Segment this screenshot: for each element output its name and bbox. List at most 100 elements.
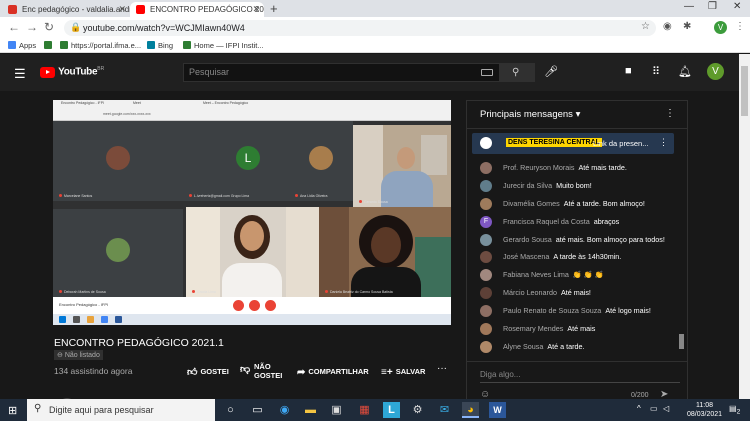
browser-tab-email[interactable]: Enc pedagógico - valdalia.andra ✕ bbox=[2, 2, 130, 17]
url-text[interactable]: youtube.com/watch?v=WCJMIawn40W4 bbox=[83, 23, 245, 33]
message-author: Prof. Reuryson Morais bbox=[503, 163, 575, 172]
chat-message[interactable]: José Mascena A tarde às 14h30min. bbox=[467, 248, 677, 266]
author-avatar bbox=[480, 269, 492, 282]
network-icon[interactable]: ▭ bbox=[650, 404, 658, 413]
bookmark-portal-ifma[interactable]: https://portal.ifma.e... bbox=[60, 41, 141, 50]
playlist-add-icon: ≡+ bbox=[381, 367, 393, 378]
chat-message[interactable]: Gerardo Sousa até mais. Bom almoço para t… bbox=[467, 231, 677, 249]
bookmark-ifpi[interactable]: Home — IFPI Instit... bbox=[183, 41, 264, 50]
char-counter: 0/200 bbox=[631, 392, 649, 399]
search-input[interactable]: Pesquisar bbox=[183, 63, 500, 82]
page-scrollbar[interactable] bbox=[739, 54, 750, 404]
extensions-puzzle-icon[interactable]: ✱ bbox=[683, 21, 691, 32]
new-tab-button[interactable]: + bbox=[270, 1, 278, 16]
dislike-button[interactable]: 👎︎ NÃO GOSTEI bbox=[240, 362, 282, 380]
bookmark-apps[interactable]: Apps bbox=[8, 41, 36, 50]
mic-off-icon bbox=[233, 300, 244, 311]
chat-scrollbar[interactable] bbox=[678, 129, 685, 351]
message-text: Até logo mais! bbox=[605, 306, 651, 316]
message-text: abraços bbox=[593, 216, 620, 226]
maximize-icon[interactable]: ❐ bbox=[708, 1, 717, 12]
back-icon[interactable]: ← bbox=[8, 20, 20, 34]
chat-input[interactable]: Diga algo... bbox=[480, 370, 520, 379]
windows-search-box[interactable]: ⚲ Digite aqui para pesquisar bbox=[27, 399, 215, 421]
save-button[interactable]: ≡+ SALVAR bbox=[381, 367, 425, 378]
chat-message[interactable]: Rosemary Mendes Até mais bbox=[467, 320, 677, 338]
bookmark-folder[interactable] bbox=[44, 41, 55, 50]
browser-tab-youtube[interactable]: ENCONTRO PEDAGÓGICO 2021 ✕ bbox=[130, 2, 264, 17]
create-video-icon[interactable]: ■ bbox=[625, 65, 632, 77]
address-toolbar: ← → ↻ 🔒 youtube.com/watch?v=WCJMIawn40W4… bbox=[0, 17, 750, 39]
profile-avatar[interactable]: V bbox=[714, 21, 727, 34]
thumbs-up-icon: 👍︎ bbox=[187, 367, 198, 378]
cortana-icon[interactable]: ○ bbox=[222, 402, 239, 418]
chat-message[interactable]: Jurecir da Silva Muito bom! bbox=[467, 177, 677, 195]
lock-icon[interactable]: 🔒 bbox=[70, 22, 81, 33]
keyboard-icon[interactable] bbox=[481, 69, 493, 76]
pinned-menu-icon[interactable]: ⋮ bbox=[659, 137, 668, 148]
chat-message[interactable]: Paulo Renato de Souza Souza Até logo mais… bbox=[467, 302, 677, 320]
message-author: Jurecir da Silva bbox=[503, 180, 553, 190]
search-button[interactable]: ⚲ bbox=[500, 63, 535, 82]
windows-start-icon[interactable]: ⊞ bbox=[8, 404, 17, 417]
omnibox[interactable]: 🔒 youtube.com/watch?v=WCJMIawn40W4 ☆ bbox=[64, 20, 656, 36]
chat-message[interactable]: Alyne Sousa Até a tarde. bbox=[467, 338, 677, 356]
word-icon[interactable]: W bbox=[489, 402, 506, 418]
search-icon: ⚲ bbox=[34, 403, 42, 414]
file-explorer-icon[interactable]: ▬ bbox=[302, 402, 319, 418]
chat-message[interactable]: F Francisca Raquel da Costa abraços bbox=[467, 213, 677, 231]
live-chat-panel: Principais mensagens ▾ ⋮ DENS TERESINA C… bbox=[466, 100, 688, 410]
notifications-icon[interactable]: ▤2 bbox=[729, 404, 740, 416]
message-text: Até a tarde. bbox=[547, 341, 585, 351]
more-actions-icon[interactable]: ··· bbox=[437, 363, 447, 374]
app-red-icon[interactable]: ▦ bbox=[356, 402, 373, 418]
task-view-icon[interactable]: ▭ bbox=[249, 402, 266, 418]
video-player[interactable]: Encontro Pedagógico - IFPI Meet Meet – E… bbox=[53, 100, 451, 325]
tray-chevron-icon[interactable]: ^ bbox=[637, 404, 641, 413]
chat-mode-dropdown[interactable]: Principais mensagens ▾ bbox=[480, 109, 580, 120]
chat-message[interactable]: Márcio Leonardo Até mais! bbox=[467, 284, 677, 302]
youtube-logo[interactable]: YouTubeBR bbox=[40, 66, 104, 78]
system-clock[interactable]: 11:08 08/03/2021 bbox=[687, 401, 722, 419]
chat-message[interactable]: Prof. Reuryson Morais Até mais tarde. bbox=[467, 159, 677, 177]
microphone-icon[interactable]: 🎤︎ bbox=[544, 65, 558, 78]
message-text: Até a tarde. Bom almoço! bbox=[563, 198, 645, 208]
window-close-icon[interactable]: ✕ bbox=[733, 1, 741, 12]
participant-video-woman-2: Daniela Beatriz do Carmo Sousa Batista bbox=[319, 207, 451, 297]
message-author: Paulo Renato de Souza Souza bbox=[503, 306, 602, 316]
participant-avatar bbox=[309, 146, 333, 170]
like-button[interactable]: 👍︎ GOSTEI bbox=[187, 367, 229, 378]
chat-message[interactable]: Fabiana Neves Lima 👏 👏 👏 bbox=[467, 266, 677, 284]
reload-icon[interactable]: ↻ bbox=[44, 20, 54, 34]
notifications-bell-icon[interactable]: 🔔︎ bbox=[678, 65, 692, 78]
chat-menu-icon[interactable]: ⋮ bbox=[665, 108, 675, 119]
bookmark-bing[interactable]: Bing bbox=[147, 41, 173, 50]
author-avatar bbox=[480, 340, 492, 353]
author-avatar: F bbox=[480, 215, 492, 228]
pinned-author: DENS TERESINA CENTRAL bbox=[506, 138, 602, 147]
hamburger-menu-icon[interactable]: ☰ bbox=[14, 66, 26, 82]
minimize-icon[interactable]: — bbox=[684, 1, 694, 12]
close-tab-icon[interactable]: ✕ bbox=[252, 2, 260, 17]
apps-grid-icon[interactable]: ⠿ bbox=[652, 65, 660, 78]
volume-icon[interactable]: ◁ bbox=[663, 404, 669, 413]
settings-icon[interactable]: ⚙ bbox=[409, 402, 426, 418]
bookmark-star-icon[interactable]: ☆ bbox=[641, 21, 650, 32]
meet-controls-bar: Encontro Pedagógico - IFPI bbox=[53, 297, 451, 314]
site-icon bbox=[183, 41, 191, 49]
user-avatar[interactable]: V bbox=[707, 63, 724, 80]
close-tab-icon[interactable]: ✕ bbox=[118, 2, 126, 17]
tab-title: ENCONTRO PEDAGÓGICO 2021 bbox=[150, 5, 264, 14]
forward-icon[interactable]: → bbox=[26, 20, 38, 34]
share-button[interactable]: ➦ COMPARTILHAR bbox=[297, 367, 369, 378]
chrome-icon[interactable]: ◕ bbox=[462, 402, 479, 418]
pinned-message[interactable]: DENS TERESINA CENTRAL Link da presen... … bbox=[472, 133, 674, 154]
mail-icon[interactable]: ✉ bbox=[436, 402, 453, 418]
store-icon[interactable]: ▣ bbox=[328, 402, 345, 418]
edge-icon[interactable]: ◉ bbox=[276, 402, 293, 418]
app-l-icon[interactable]: L bbox=[383, 402, 400, 418]
extension-icon[interactable]: ◉ bbox=[663, 21, 672, 32]
chrome-menu-icon[interactable]: ⋮ bbox=[735, 21, 745, 32]
participant-video-woman-1: Gracia Lima bbox=[186, 207, 319, 297]
chat-message[interactable]: Divamélia Gomes Até a tarde. Bom almoço! bbox=[467, 195, 677, 213]
